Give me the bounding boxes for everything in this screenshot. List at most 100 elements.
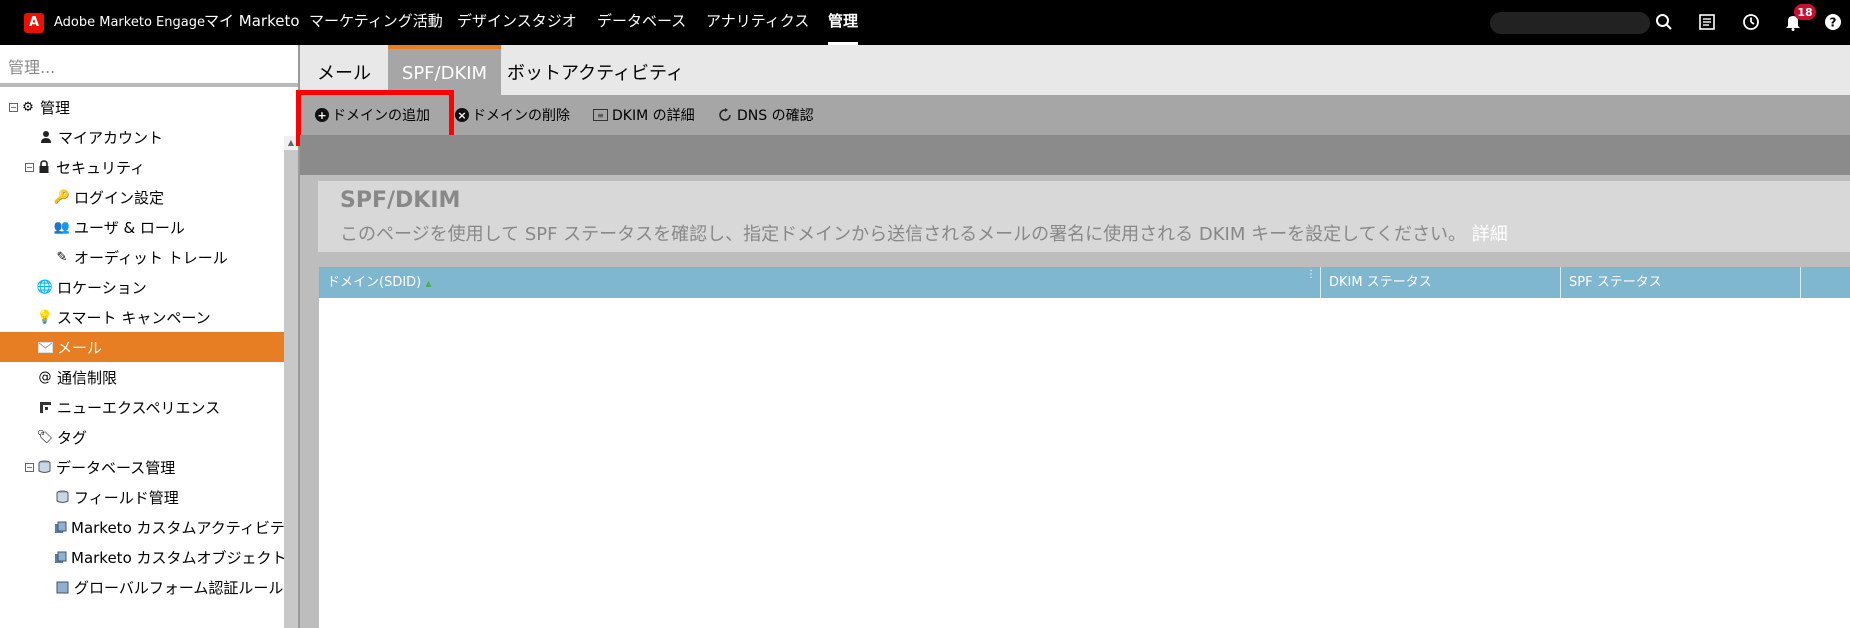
tree-item-database-admin[interactable]: − データベース管理 — [0, 452, 284, 482]
tree-item-label: ニューエクスペリエンス — [57, 398, 221, 417]
sub-toolbar — [300, 135, 1850, 175]
dns-refresh-icon — [717, 107, 733, 123]
search-icon[interactable] — [1654, 12, 1674, 32]
brand[interactable]: A Adobe Marketo Engage — [24, 0, 205, 45]
custom-object-icon — [54, 549, 67, 565]
tree-item-label: タグ — [57, 428, 88, 447]
tree-item-global-form-rules[interactable]: グローバルフォーム認証ルール — [0, 572, 284, 602]
tree-item-label: スマート キャンペーン — [57, 308, 211, 327]
tree-item-label: セキュリティ — [56, 158, 146, 177]
svg-text:?: ? — [1830, 16, 1837, 30]
nav-my-marketo[interactable]: マイ Marketo — [204, 0, 300, 45]
nav-database[interactable]: データベース — [597, 0, 686, 45]
tree-item-audit-trail[interactable]: ✎ オーディット トレール — [0, 242, 284, 272]
dkim-details-label: DKIM の詳細 — [612, 108, 695, 124]
nav-design-studio[interactable]: デザインスタジオ — [457, 0, 577, 45]
tree-item-security[interactable]: − セキュリティ — [0, 152, 284, 182]
tree-item-field-management[interactable]: フィールド管理 — [0, 482, 284, 512]
lock-icon — [36, 159, 52, 175]
column-header-dkim-status[interactable]: DKIM ステータス — [1321, 267, 1561, 298]
tree-item-smart-campaign[interactable]: 💡 スマート キャンペーン — [0, 302, 284, 332]
tree-item-communication-limits[interactable]: @ 通信制限 — [0, 362, 284, 392]
tree-item-tags[interactable]: 🏷 タグ — [0, 422, 284, 452]
notification-count-badge: 18 — [1794, 4, 1816, 20]
tree-item-label: Marketo カスタムオブジェクト — [71, 548, 284, 567]
audit-icon: ✎ — [56, 249, 68, 265]
column-header-domain[interactable]: ドメイン(SDID) ▲ ⋮ — [319, 267, 1321, 298]
tab-bot-activity[interactable]: ボットアクティビティ — [501, 45, 690, 95]
search-divider — [0, 83, 298, 87]
sort-asc-icon: ▲ — [425, 279, 432, 288]
column-header-spf-status[interactable]: SPF ステータス — [1561, 267, 1801, 298]
tree-item-label: ログイン設定 — [74, 188, 165, 207]
tree-item-label: オーディット トレール — [74, 248, 228, 267]
column-menu-icon[interactable]: ⋮ — [1306, 259, 1316, 290]
dkim-details-button[interactable]: ≡ DKIM の詳細 — [593, 95, 695, 135]
tree-item-users-roles[interactable]: 👥 ユーザ & ロール — [0, 212, 284, 242]
tree-item-label: 管理 — [40, 98, 71, 117]
page-description: このページを使用して SPF ステータスを確認し、指定ドメインから送信されるメー… — [340, 220, 1508, 246]
admin-tree: − ⚙ 管理 マイアカウント − セキュリティ 🔑 ログイン設定 👥 ユーザ &… — [0, 88, 284, 628]
help-icon[interactable]: ? — [1823, 12, 1843, 32]
tree-item-label: ユーザ & ロール — [74, 218, 185, 237]
sidebar-scrollbar[interactable] — [284, 136, 298, 628]
users-icon: 👥 — [53, 219, 71, 235]
globe-icon: 🌐 — [36, 279, 54, 295]
tree-item-label: メール — [57, 338, 103, 357]
delete-domain-button[interactable]: × ドメインの削除 — [455, 95, 570, 135]
history-clock-icon[interactable] — [1741, 12, 1761, 32]
tree-item-label: フィールド管理 — [74, 488, 179, 507]
email-icon — [37, 339, 53, 355]
details-icon: ≡ — [593, 109, 608, 121]
tree-item-label: ロケーション — [57, 278, 147, 297]
custom-activity-icon — [54, 519, 67, 535]
tree-item-label: Marketo カスタムアクティビティ — [71, 518, 284, 537]
x-circle-icon: × — [455, 108, 469, 122]
task-list-icon[interactable] — [1697, 12, 1717, 32]
collapse-toggle-icon[interactable]: − — [25, 162, 34, 172]
page-title: SPF/DKIM — [340, 188, 461, 213]
nav-analytics[interactable]: アナリティクス — [706, 0, 809, 45]
tab-email[interactable]: メール — [300, 45, 388, 95]
key-icon: 🔑 — [53, 189, 71, 205]
top-navigation-bar: A Adobe Marketo Engage マイ Marketo マーケティン… — [0, 0, 1850, 45]
tree-item-login-settings[interactable]: 🔑 ログイン設定 — [0, 182, 284, 212]
tree-item-label: データベース管理 — [56, 458, 176, 477]
tree-item-label: マイアカウント — [58, 128, 164, 147]
database-icon — [36, 459, 52, 475]
at-icon: @ — [38, 369, 52, 385]
tab-bar: メール SPF/DKIM ボットアクティビティ — [300, 45, 1850, 95]
tree-item-label: グローバルフォーム認証ルール — [74, 578, 284, 597]
column-header-label: ドメイン(SDID) — [327, 275, 422, 290]
tab-spf-dkim[interactable]: SPF/DKIM — [388, 45, 501, 95]
collapse-toggle-icon[interactable]: − — [9, 102, 18, 112]
brand-name: Adobe Marketo Engage — [54, 15, 205, 30]
delete-domain-label: ドメインの削除 — [472, 108, 570, 124]
tree-item-location[interactable]: 🌐 ロケーション — [0, 272, 284, 302]
dns-check-label: DNS の確認 — [737, 108, 814, 124]
tree-item-custom-activities[interactable]: Marketo カスタムアクティビティ — [0, 512, 284, 542]
description-text: このページを使用して SPF ステータスを確認し、指定ドメインから送信されるメー… — [340, 224, 1467, 245]
new-experience-icon — [37, 399, 53, 415]
database-icon — [54, 489, 70, 505]
nav-marketing-activities[interactable]: マーケティング活動 — [309, 0, 443, 45]
user-account-menu[interactable] — [1490, 12, 1650, 34]
nav-admin[interactable]: 管理 — [828, 0, 859, 45]
dns-check-button[interactable]: DNS の確認 — [717, 95, 814, 135]
tree-item-email[interactable]: メール — [0, 332, 284, 362]
lightbulb-icon: 💡 — [36, 309, 54, 325]
learn-more-link[interactable]: 詳細 — [1472, 224, 1508, 245]
collapse-toggle-icon[interactable]: − — [25, 462, 34, 472]
tree-item-new-experience[interactable]: ニューエクスペリエンス — [0, 392, 284, 422]
tree-item-my-account[interactable]: マイアカウント — [0, 122, 284, 152]
tree-item-label: 通信制限 — [57, 368, 118, 387]
sidebar-search-input[interactable] — [8, 54, 288, 80]
tree-item-custom-objects[interactable]: Marketo カスタムオブジェクト — [0, 542, 284, 572]
adobe-logo-icon: A — [24, 12, 44, 33]
gear-icon: ⚙ — [22, 99, 34, 115]
person-icon — [38, 129, 54, 145]
form-rule-icon — [54, 579, 70, 595]
tree-item-admin[interactable]: − ⚙ 管理 — [0, 92, 284, 122]
domain-grid — [319, 267, 1850, 628]
tag-icon: 🏷 — [36, 429, 54, 445]
